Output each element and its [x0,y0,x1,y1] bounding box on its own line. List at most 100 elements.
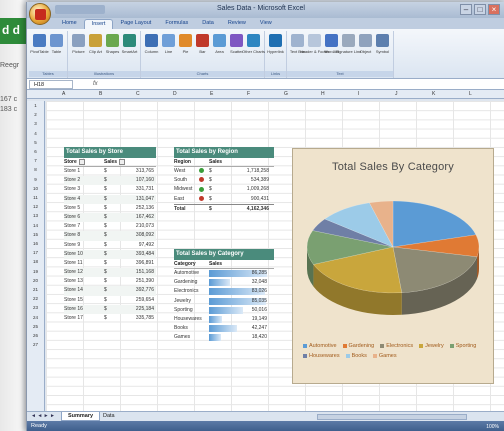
legend-item-automotive[interactable]: Automotive [303,343,337,349]
column-header-K[interactable]: K [432,91,435,97]
store-column-header[interactable]: Store [64,159,77,165]
row-header[interactable]: 19 [27,269,44,274]
tab-data[interactable]: Data [195,19,221,29]
column-header-L[interactable]: L [469,91,472,97]
tab-insert[interactable]: Insert [83,19,114,29]
store-table-title: Total Sales by Store [64,147,156,158]
data-bar-cell: 83,026 [209,287,269,296]
data-bar-cell: 32,048 [209,278,269,287]
worksheet-grid[interactable]: Total Sales by Store Store Sales Store 1… [46,101,504,411]
zoom-level[interactable]: 100% [486,422,499,431]
line-icon [162,34,175,47]
row-header[interactable]: 2 [27,112,44,117]
column-header-I[interactable]: I [358,91,359,97]
ribbon-button-label: Scatter [230,49,243,54]
column-header-H[interactable]: H [321,91,325,97]
legend-item-gardening[interactable]: Gardening [342,343,375,349]
store-sales: 393,484 [135,250,154,257]
row-header[interactable]: 20 [27,278,44,283]
table-row: Store 9 $97,492 [64,241,156,250]
legend-label: Gardening [348,343,375,349]
region-column-header: Region [174,159,191,165]
row-header[interactable]: 10 [27,186,44,191]
row-header[interactable]: 8 [27,167,44,172]
minimize-icon[interactable]: – [460,4,472,15]
row-header[interactable]: 26 [27,333,44,338]
office-button[interactable] [29,3,51,25]
close-icon[interactable]: × [488,4,500,15]
sales-column-header[interactable]: Sales [104,159,117,165]
data-bar [209,306,243,314]
column-header-B[interactable]: B [99,91,102,97]
name-box[interactable]: H18 [29,79,73,89]
tab-page-layout[interactable]: Page Layout [113,19,158,29]
tab-view[interactable]: View [253,19,279,29]
store-sales: 331,731 [135,186,154,193]
ribbon-group-charts: Column Line Pie Bar Area Scatter Other Charts C… [141,31,265,78]
category-table-title: Total Sales by Category [174,249,274,260]
legend-item-electronics[interactable]: Electronics [380,343,413,349]
row-header[interactable]: 12 [27,204,44,209]
legend-item-games[interactable]: Games [372,353,397,359]
row-header[interactable]: 9 [27,177,44,182]
column-header-E[interactable]: E [210,91,213,97]
category-name: Books [174,325,188,332]
column-header-J[interactable]: J [395,91,398,97]
pie-chart[interactable]: Total Sales By Category Automotive Garden… [292,148,494,384]
currency-symbol: $ [104,232,107,239]
fx-icon[interactable]: fx [93,81,98,87]
row-header[interactable]: 1 [27,103,44,108]
row-header[interactable]: 11 [27,195,44,200]
row-header[interactable]: 5 [27,140,44,145]
maximize-icon[interactable]: □ [474,4,486,15]
row-header[interactable]: 13 [27,213,44,218]
store-name: Store 5 [64,204,81,211]
column-header-A[interactable]: A [62,91,65,97]
row-header[interactable]: 22 [27,296,44,301]
row-header[interactable]: 17 [27,250,44,255]
row-header[interactable]: 3 [27,121,44,126]
legend-item-books[interactable]: Books [345,353,367,359]
filter-dropdown-icon[interactable] [78,158,85,165]
row-header[interactable]: 4 [27,131,44,136]
filter-dropdown-icon[interactable] [119,158,126,165]
table-row: Store 1 $313,765 [64,167,156,176]
row-header[interactable]: 21 [27,287,44,292]
tab-home[interactable]: Home [55,19,84,29]
legend-item-jewelry[interactable]: Jewelry [419,343,444,349]
quick-access-toolbar[interactable] [55,5,105,14]
row-header[interactable]: 23 [27,305,44,310]
status-indicator-cell [199,195,209,204]
tab-formulas[interactable]: Formulas [158,19,195,29]
sheet-tab-summary[interactable]: Summary [61,412,101,421]
tab-review[interactable]: Review [221,19,253,29]
column-header-D[interactable]: D [173,91,177,97]
row-header[interactable]: 14 [27,223,44,228]
sheet-nav-arrows-icon[interactable]: ◄ ◄ ► ► [31,413,55,419]
row-header[interactable]: 24 [27,315,44,320]
legend-item-sporting[interactable]: Sporting [449,343,476,349]
row-header[interactable]: 7 [27,158,44,163]
category-name: Electronics [174,288,199,295]
column-headers: ABCDEFGHIJKLM [27,90,504,99]
table-row: Store 11 $396,891 [64,259,156,268]
column-header-G[interactable]: G [284,91,288,97]
row-header[interactable]: 18 [27,259,44,264]
background-text-3: 183 c [0,106,18,113]
row-header[interactable]: 15 [27,232,44,237]
legend-label: Housewares [309,353,340,359]
row-header[interactable]: 27 [27,342,44,347]
row-header[interactable]: 6 [27,149,44,154]
horizontal-scrollbar[interactable] [317,414,467,420]
pivottable-icon [33,34,46,47]
row-header[interactable]: 25 [27,324,44,329]
sheet-tab-data[interactable]: Data [97,412,121,421]
ribbon-button-label: Area [215,49,224,54]
column-header-F[interactable]: F [247,91,250,97]
category-table-header: Category Sales [174,260,274,269]
clip-art-icon [89,34,102,47]
row-header[interactable]: 16 [27,241,44,246]
column-header-C[interactable]: C [136,91,140,97]
legend-item-housewares[interactable]: Housewares [303,353,340,359]
total-value: 4,162,346 [246,205,269,212]
